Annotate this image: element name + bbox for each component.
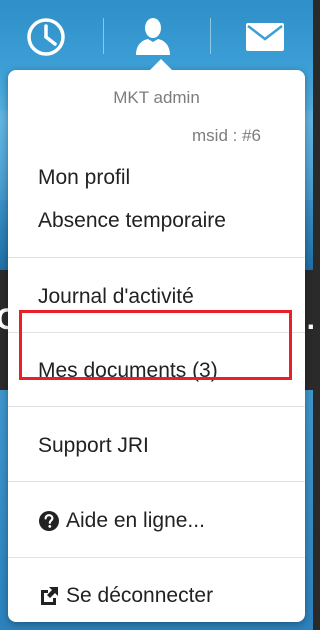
user-dropdown-menu: MKT admin msid : #6 Mon profil Absence t… xyxy=(8,59,305,622)
menu-item-label: Journal d'activité xyxy=(38,285,194,308)
clock-icon[interactable] xyxy=(26,17,66,57)
nav-separator xyxy=(103,18,104,54)
menu-item-aide-en-ligne[interactable]: Aide en ligne... xyxy=(8,500,305,542)
support-jri-highlight xyxy=(19,310,292,380)
menu-item-absence-temporaire[interactable]: Absence temporaire xyxy=(8,200,305,242)
menu-item-label: Absence temporaire xyxy=(38,209,226,232)
nav-separator xyxy=(210,18,211,54)
menu-caret xyxy=(150,59,172,70)
menu-divider xyxy=(8,406,305,407)
menu-item-label: Aide en ligne... xyxy=(66,509,205,532)
menu-msid: msid : #6 xyxy=(192,126,261,145)
menu-divider xyxy=(8,557,305,558)
external-link-icon xyxy=(41,587,58,605)
menu-item-support-jri[interactable]: Support JRI xyxy=(8,425,305,467)
menu-user-name: MKT admin xyxy=(113,88,200,107)
menu-item-label: Se déconnecter xyxy=(66,584,214,607)
user-icon[interactable] xyxy=(135,17,171,55)
menu-divider xyxy=(8,257,305,258)
menu-divider xyxy=(8,481,305,482)
menu-item-label: Support JRI xyxy=(38,434,149,457)
question-circle-icon xyxy=(39,511,59,531)
mail-icon[interactable] xyxy=(246,23,284,51)
menu-item-se-deconnecter[interactable]: Se déconnecter xyxy=(8,575,305,617)
menu-item-label: Mon profil xyxy=(38,166,131,189)
menu-item-mon-profil[interactable]: Mon profil xyxy=(8,157,305,199)
